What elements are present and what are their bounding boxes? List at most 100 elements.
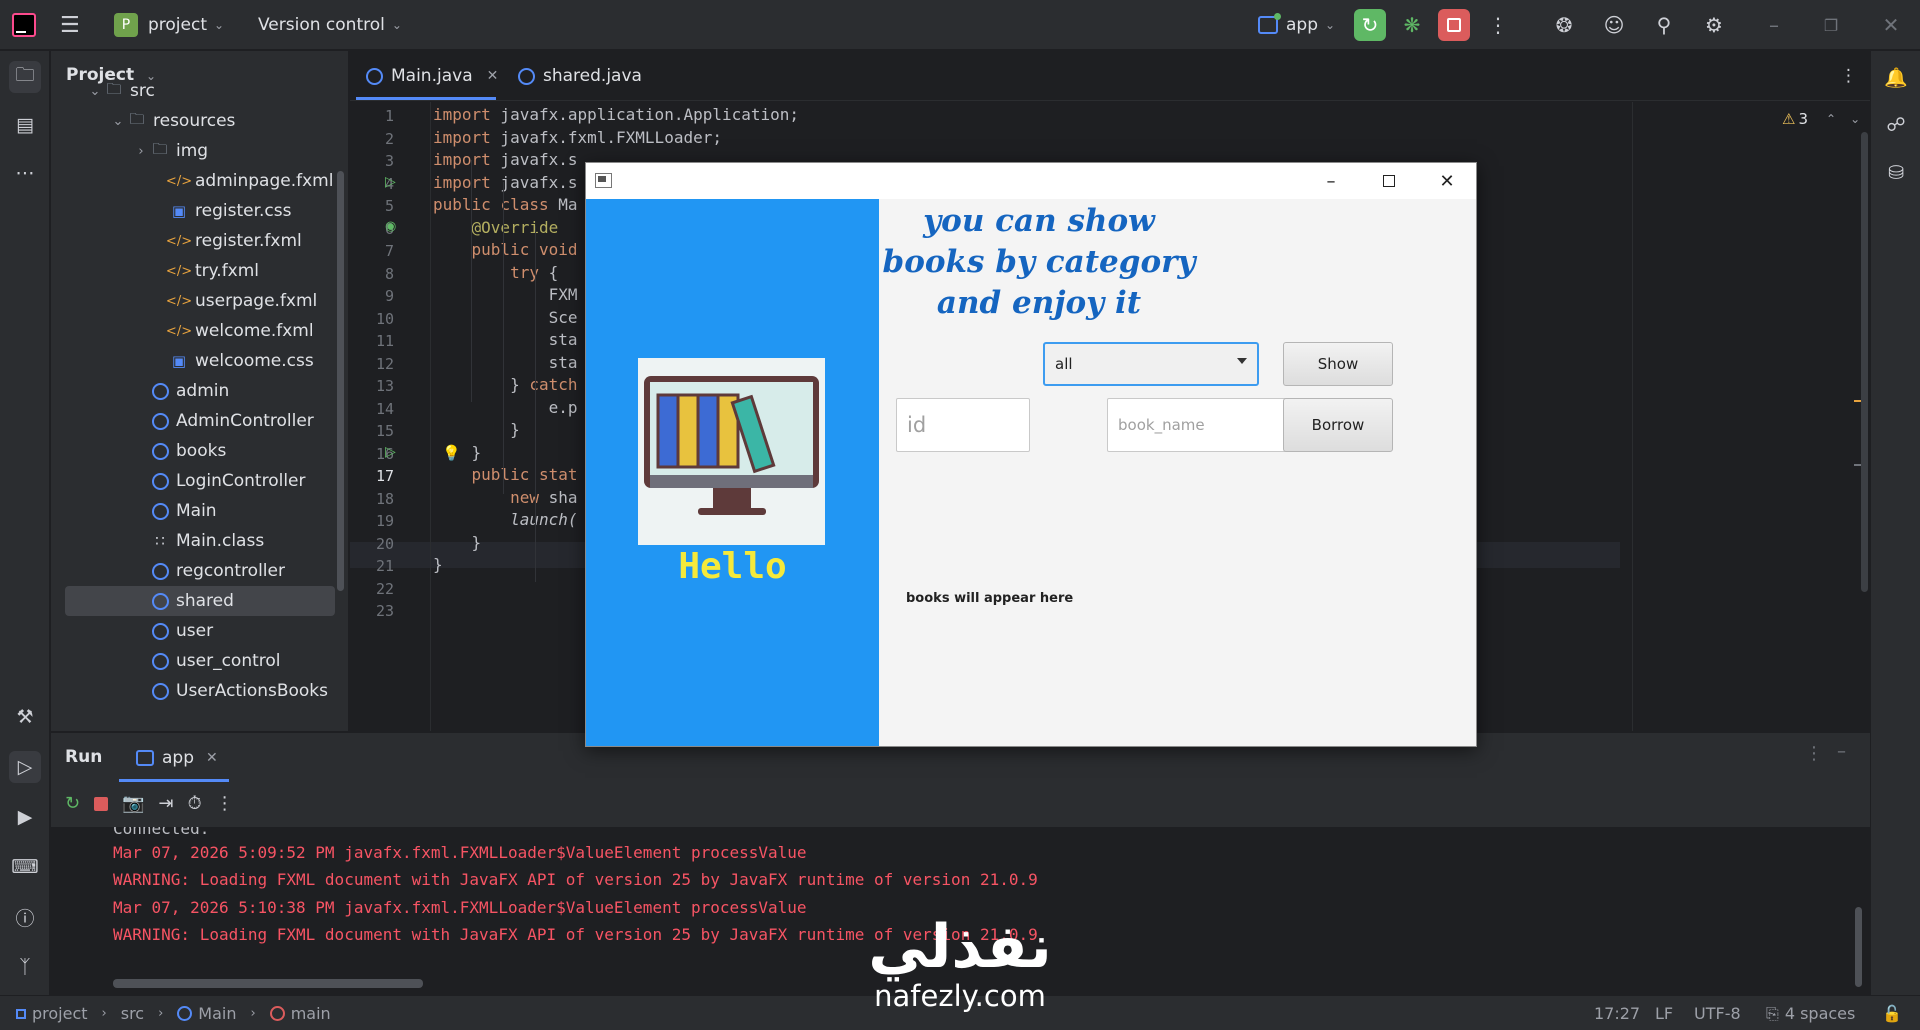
more-tools-icon[interactable]: ⋯ [9, 157, 41, 189]
console-horizontal-scrollbar[interactable] [113, 979, 423, 988]
code-line[interactable]: public void [433, 240, 578, 259]
run-config-selector[interactable]: app ⌄ [1258, 0, 1335, 50]
lightbulb-icon[interactable]: 💡 [442, 444, 461, 462]
indent-setting[interactable]: ⎘ 4 spaces [1766, 996, 1855, 1030]
tree-item[interactable]: Main [51, 496, 336, 526]
settings-gear-icon[interactable]: ⚙ [1698, 9, 1730, 41]
tree-item[interactable]: › 🗀 img [51, 136, 336, 166]
project-switcher[interactable]: P project ⌄ [114, 0, 224, 50]
code-line[interactable]: sta [433, 353, 578, 372]
editor-options-icon[interactable]: ⋮ [1840, 51, 1857, 101]
breadcrumb-item[interactable]: main [291, 1004, 331, 1023]
terminal-icon[interactable]: ⌨ [9, 851, 41, 883]
chevron-down-icon[interactable]: ⌄ [1850, 112, 1860, 126]
run-tool-icon[interactable]: ▷ [9, 751, 41, 783]
more-actions-icon[interactable]: ⋮ [1482, 9, 1514, 41]
problems-icon[interactable]: ⓘ [9, 901, 41, 933]
tree-item[interactable]: AdminController [51, 406, 336, 436]
tree-item[interactable]: user [51, 616, 336, 646]
code-line[interactable]: try { [433, 263, 558, 282]
version-control-menu[interactable]: Version control ⌄ [258, 0, 402, 50]
tree-item[interactable]: user_control [51, 646, 336, 676]
tree-item[interactable]: shared [65, 586, 335, 616]
id-input[interactable]: id [896, 398, 1030, 452]
tab-shared-java[interactable]: shared.java [518, 51, 642, 101]
editor-scrollbar[interactable] [1861, 132, 1868, 592]
project-scrollbar[interactable] [337, 171, 344, 591]
camera-snapshot-icon[interactable]: 📷 [122, 793, 144, 814]
run-tab-app[interactable]: app ✕ [136, 743, 218, 773]
chevron-up-icon[interactable]: ⌃ [1826, 112, 1836, 126]
add-user-icon[interactable]: ☺ [1598, 9, 1630, 41]
code-line[interactable]: sta [433, 330, 578, 349]
warnings-indicator[interactable]: ⚠ 3 ⌃ ⌄ [1782, 110, 1860, 128]
hide-panel-icon[interactable]: – [1837, 741, 1846, 762]
tab-main-java[interactable]: Main.java ✕ [366, 51, 498, 101]
show-button[interactable]: Show [1283, 342, 1393, 386]
tree-item[interactable]: regcontroller [51, 556, 336, 586]
stop-icon[interactable] [1438, 9, 1470, 41]
code-line[interactable]: public class Ma [433, 195, 578, 214]
book-name-input[interactable]: book_name [1107, 398, 1293, 452]
search-icon[interactable]: ⚲ [1648, 9, 1680, 41]
code-line[interactable]: import javafx.s [433, 173, 578, 192]
tree-item[interactable]: </> userpage.fxml [51, 286, 336, 316]
tree-item[interactable]: books [51, 436, 336, 466]
code-line[interactable]: } [433, 533, 482, 552]
code-line[interactable]: } [433, 420, 520, 439]
close-tab-icon[interactable]: ✕ [487, 68, 499, 84]
code-line[interactable]: public stat [433, 465, 578, 484]
ai-assistant-icon[interactable]: ❂ [1548, 9, 1580, 41]
main-menu-icon[interactable]: ☰ [60, 0, 80, 50]
tree-item[interactable]: </> welcome.fxml [51, 316, 336, 346]
notifications-bell-icon[interactable]: 🔔 [1880, 61, 1912, 93]
code-line[interactable]: e.p [433, 398, 578, 417]
code-line[interactable]: import javafx.fxml.FXMLLoader; [433, 128, 722, 147]
code-line[interactable]: import javafx.s [433, 150, 578, 169]
code-line[interactable]: } [433, 555, 443, 574]
rerun-icon[interactable]: ↻ [65, 793, 80, 814]
rerun-icon[interactable]: ↻ [1354, 9, 1386, 41]
code-line[interactable]: @Override [433, 218, 559, 237]
code-line[interactable]: } catch [433, 375, 577, 394]
git-branch-icon[interactable]: ᛉ [9, 951, 41, 983]
project-folder-icon[interactable]: 🗀 [9, 61, 41, 93]
breadcrumb-item[interactable]: project [32, 1004, 88, 1023]
cursor-position[interactable]: 17:27 [1594, 996, 1640, 1030]
run-options-icon[interactable]: ⋮ [1805, 743, 1823, 764]
tree-item[interactable]: LoginController [51, 466, 336, 496]
lock-icon[interactable]: 🔓 [1882, 996, 1902, 1030]
app-logo-icon[interactable] [12, 0, 36, 50]
fx-maximize-icon[interactable] [1360, 163, 1418, 199]
code-line[interactable]: FXM [433, 285, 578, 304]
chevron-right-icon[interactable]: › [132, 144, 150, 159]
tree-item[interactable]: ⌄ 🗀 src [51, 76, 336, 106]
tree-item[interactable]: admin [51, 376, 336, 406]
profiler-icon[interactable]: ⏱ [188, 793, 202, 814]
tree-item[interactable]: ∷ Main.class [51, 526, 336, 556]
line-ending[interactable]: LF [1655, 996, 1673, 1030]
debug-icon[interactable]: ❋ [1396, 9, 1428, 41]
code-line[interactable]: new sha [433, 488, 577, 507]
breadcrumb-item[interactable]: Main [198, 1004, 236, 1023]
code-line[interactable]: Sce [433, 308, 578, 327]
chevron-down-icon[interactable]: ⌄ [86, 84, 104, 99]
override-gutter-icon[interactable]: ◉ [385, 219, 396, 234]
category-combobox[interactable]: all [1043, 342, 1259, 386]
restore-window-icon[interactable]: ❐ [1815, 9, 1847, 41]
console-vertical-scrollbar[interactable] [1855, 907, 1862, 987]
database-icon[interactable]: ⛁ [1880, 157, 1912, 189]
chevron-down-icon[interactable]: ⌄ [109, 114, 127, 129]
close-window-icon[interactable]: ✕ [1875, 9, 1907, 41]
tree-item[interactable]: </> adminpage.fxml [51, 166, 336, 196]
code-line[interactable]: launch( [433, 510, 577, 529]
stop-icon[interactable] [94, 796, 109, 811]
export-icon[interactable]: ⇥ [159, 793, 174, 814]
fx-minimize-icon[interactable]: – [1302, 163, 1360, 199]
code-line[interactable]: import javafx.application.Application; [433, 105, 799, 124]
run-gutter-icon[interactable]: ▷ [385, 444, 396, 460]
build-hammer-icon[interactable]: ⚒ [9, 701, 41, 733]
fx-close-icon[interactable]: ✕ [1418, 163, 1476, 199]
more-actions-icon[interactable]: ⋮ [216, 793, 234, 814]
tree-item[interactable]: ⌄ 🗀 resources [51, 106, 336, 136]
